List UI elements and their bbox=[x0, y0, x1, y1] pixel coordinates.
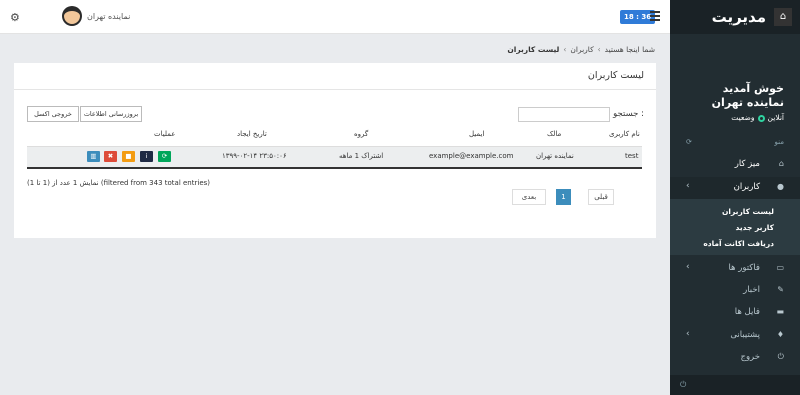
column-header-owner[interactable]: مالک bbox=[547, 130, 561, 138]
column-header-group[interactable]: گروه bbox=[354, 130, 368, 138]
breadcrumb-current: لیست کاربران bbox=[507, 45, 560, 54]
pagination-next[interactable]: بعدی bbox=[512, 189, 546, 205]
card-title: لیست کاربران bbox=[587, 70, 644, 81]
column-header-email[interactable]: ایمیل bbox=[469, 130, 484, 138]
invoice-icon: ▭ bbox=[776, 263, 784, 272]
chevron-left-icon: ‹ bbox=[686, 262, 690, 272]
sidebar-item-support[interactable]: ‹ ♦ پشتیبانی bbox=[670, 325, 800, 347]
table-info: نمایش 1 عدد از (1 تا 1) (filtered from 3… bbox=[27, 179, 210, 187]
user-panel: خوش آمدید نماینده تهران آنلاینوضعیت bbox=[712, 82, 784, 122]
card-divider bbox=[14, 89, 656, 90]
cell-email: example@example.com bbox=[429, 152, 514, 160]
sidebar-footer: ⏻ bbox=[670, 375, 800, 395]
info-icon[interactable]: i bbox=[140, 151, 153, 162]
submenu-item-user-list[interactable]: لیست کاربران bbox=[722, 207, 774, 216]
sidebar-user-name: نماینده تهران bbox=[711, 96, 784, 109]
column-header-username[interactable]: نام کاربری bbox=[609, 130, 640, 138]
user-menu[interactable]: نماینده تهران bbox=[62, 6, 130, 26]
news-icon: ✎ bbox=[777, 285, 784, 294]
pagination-page-1[interactable]: 1 bbox=[556, 189, 571, 205]
home-icon[interactable]: ⌂ bbox=[774, 8, 792, 26]
sidebar-item-users[interactable]: ‹ ● کاربران bbox=[670, 177, 800, 199]
sidebar-header: ⌂ مدیریت bbox=[670, 0, 800, 34]
sidebar: ⌂ مدیریت خوش آمدید نماینده تهران آنلاینو… bbox=[670, 0, 800, 395]
sidebar-item-files[interactable]: ▬ فایل ها bbox=[670, 302, 800, 324]
search-label: جستجو : bbox=[613, 109, 644, 119]
cell-username: test bbox=[625, 152, 639, 160]
home-icon: ⌂ bbox=[778, 159, 784, 168]
refresh-icon[interactable]: ⟳ bbox=[158, 151, 171, 162]
cell-created: ۱۳۹۹-۰۲-۱۴ ۲۳:۵۰:۰۶ bbox=[222, 152, 287, 160]
sidebar-item-dashboard[interactable]: ⌂ میز کار bbox=[670, 154, 800, 176]
submenu-item-ready-account[interactable]: دریافت اکانت آماده bbox=[703, 239, 774, 248]
submenu-item-new-user[interactable]: کاربر جدید bbox=[736, 223, 774, 232]
folder-icon: ▬ bbox=[776, 307, 784, 316]
cell-group: اشتراک 1 ماهه bbox=[339, 152, 384, 160]
online-dot-icon bbox=[757, 114, 765, 122]
sidebar-item-logout[interactable]: ⏻ خروج bbox=[670, 347, 800, 369]
breadcrumb-link-users[interactable]: کاربران bbox=[570, 45, 593, 54]
sidebar-item-news[interactable]: ✎ اخبار bbox=[670, 280, 800, 302]
power-icon: ⏻ bbox=[777, 352, 784, 361]
refresh-icon[interactable]: ⟳ bbox=[686, 138, 692, 146]
chevron-left-icon: ‹ bbox=[686, 181, 690, 191]
chart-icon[interactable]: ▥ bbox=[87, 151, 100, 162]
users-submenu: لیست کاربران کاربر جدید دریافت اکانت آما… bbox=[670, 199, 800, 255]
lock-icon[interactable]: ■ bbox=[122, 151, 135, 162]
export-excel-button[interactable]: خروجی اکسل bbox=[27, 106, 79, 122]
breadcrumb: شما اینجا هستید›کاربران›لیست کاربران bbox=[507, 45, 655, 54]
sidebar-item-invoices[interactable]: ‹ ▭ فاکتور ها bbox=[670, 258, 800, 280]
delete-icon[interactable]: ✖ bbox=[104, 151, 117, 162]
support-icon: ♦ bbox=[776, 330, 784, 339]
welcome-text: خوش آمدید bbox=[722, 82, 784, 95]
menu-toggle-icon[interactable] bbox=[650, 11, 660, 23]
user-icon: ● bbox=[777, 182, 784, 191]
user-list-card: لیست کاربران جستجو : خروجی اکسل بروزرسان… bbox=[14, 63, 656, 238]
power-icon[interactable]: ⏻ bbox=[680, 380, 686, 390]
menu-header: ⟳ منو bbox=[686, 138, 784, 146]
avatar bbox=[62, 6, 82, 26]
gear-icon[interactable]: ⚙ bbox=[10, 11, 20, 24]
chevron-left-icon: ‹ bbox=[686, 329, 690, 339]
top-navbar: ⚙ نماینده تهران 18 : 36 bbox=[0, 0, 670, 34]
column-header-created[interactable]: تاریخ ایجاد bbox=[237, 130, 267, 138]
user-name: نماینده تهران bbox=[87, 11, 131, 21]
cell-owner: نماینده تهران bbox=[536, 152, 574, 160]
pagination-prev[interactable]: قبلی bbox=[588, 189, 614, 205]
brand-title: مدیریت bbox=[711, 8, 766, 26]
refresh-data-button[interactable]: بروزرسانی اطلاعات bbox=[80, 106, 142, 122]
user-status: آنلاینوضعیت bbox=[731, 113, 784, 122]
search-input[interactable] bbox=[518, 107, 610, 122]
column-header-actions: عملیات bbox=[154, 130, 176, 138]
